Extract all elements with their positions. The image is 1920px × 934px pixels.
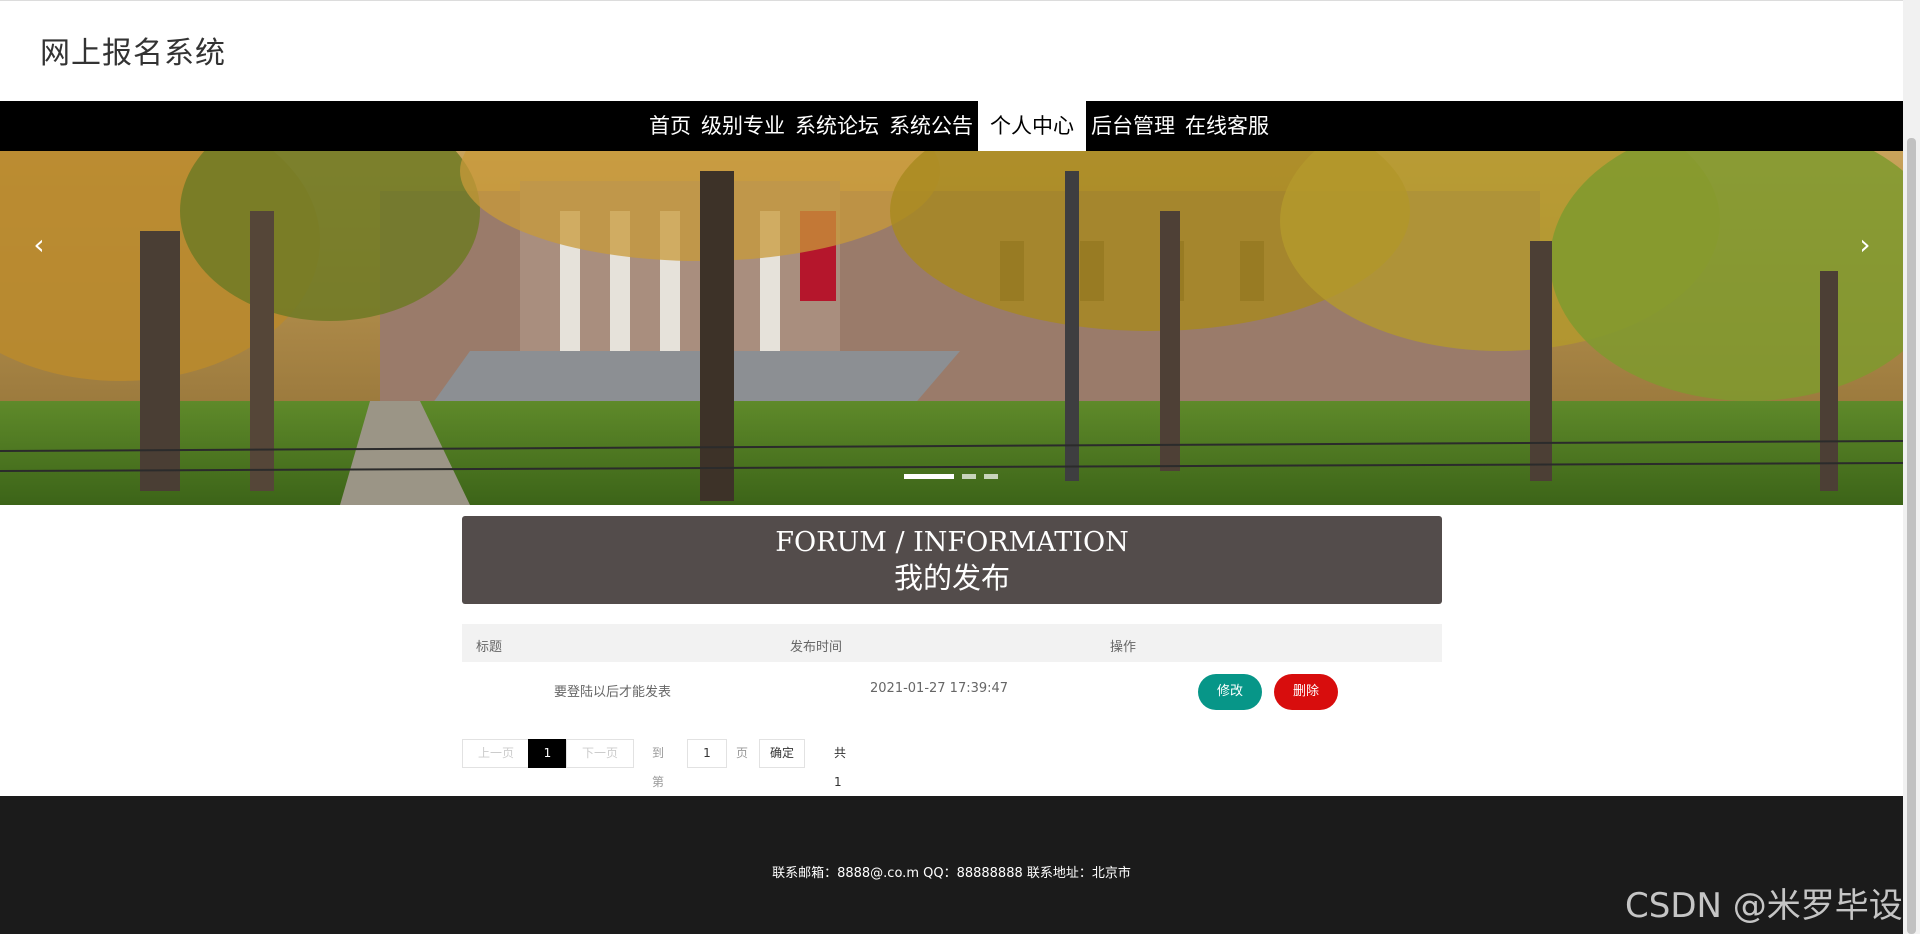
csdn-watermark: CSDN @米罗毕设: [1625, 886, 1903, 926]
footer-contact: 联系邮箱：8888@.co.m QQ：88888888 联系地址：北京市: [772, 866, 1131, 881]
nav-item-online-service[interactable]: 在线客服: [1180, 101, 1274, 151]
carousel-indicators: [904, 474, 998, 479]
nav-item-admin[interactable]: 后台管理: [1086, 101, 1180, 151]
table-header: 标题 发布时间 操作: [462, 624, 1442, 662]
section-title-cn: 我的发布: [893, 561, 1010, 595]
post-time: 2021-01-27 17:39:47: [870, 681, 1009, 696]
nav-item-forum[interactable]: 系统论坛: [790, 101, 884, 151]
carousel-prev-button[interactable]: ‹: [24, 230, 54, 260]
carousel-next-button[interactable]: ›: [1850, 230, 1880, 260]
my-posts-table: 标题 发布时间 操作 要登陆以后才能发表 2021-01-27 17:39:47…: [462, 624, 1442, 718]
carousel-dot-1[interactable]: [904, 474, 954, 479]
prev-page-button[interactable]: 上一页: [462, 739, 530, 768]
scrollbar-thumb[interactable]: [1907, 138, 1916, 934]
current-page[interactable]: 1: [528, 739, 567, 768]
nav-item-announcements[interactable]: 系统公告: [884, 101, 978, 151]
page-unit-label: 页: [736, 746, 749, 760]
column-header-time: 发布时间: [790, 640, 843, 655]
column-header-title: 标题: [476, 640, 503, 655]
campus-banner-image: [0, 151, 1903, 505]
carousel-dot-2[interactable]: [962, 474, 976, 479]
goto-page-input[interactable]: 1: [687, 739, 727, 768]
section-title-en: FORUM / INFORMATION: [775, 527, 1129, 558]
section-title-box: FORUM / INFORMATION 我的发布: [462, 516, 1442, 604]
site-title: 网上报名系统: [40, 36, 226, 71]
next-page-button[interactable]: 下一页: [566, 739, 634, 768]
vertical-scrollbar[interactable]: [1903, 0, 1920, 934]
page: 网上报名系统 首页 级别专业 系统论坛 系统公告 个人中心 后台管理 在线客服: [0, 0, 1903, 934]
goto-label: 到第: [652, 746, 665, 789]
column-header-actions: 操作: [1110, 640, 1137, 655]
delete-button[interactable]: 删除: [1274, 674, 1338, 710]
chevron-right-icon: ›: [1859, 228, 1871, 261]
main-nav: 首页 级别专业 系统论坛 系统公告 个人中心 后台管理 在线客服: [0, 101, 1903, 151]
table-row: 要登陆以后才能发表 2021-01-27 17:39:47 修改 删除: [462, 662, 1442, 718]
edit-button[interactable]: 修改: [1198, 674, 1262, 710]
post-title: 要登陆以后才能发表: [554, 685, 672, 700]
footer: 联系邮箱：8888@.co.m QQ：88888888 联系地址：北京市: [0, 796, 1903, 934]
nav-item-personal-center[interactable]: 个人中心: [978, 101, 1086, 151]
banner-carousel: [0, 151, 1903, 505]
chevron-left-icon: ‹: [33, 228, 45, 261]
carousel-dot-3[interactable]: [984, 474, 998, 479]
nav-item-home[interactable]: 首页: [644, 101, 696, 151]
nav-item-levels-majors[interactable]: 级别专业: [696, 101, 790, 151]
confirm-button[interactable]: 确定: [759, 739, 805, 768]
top-divider: [0, 0, 1903, 1]
